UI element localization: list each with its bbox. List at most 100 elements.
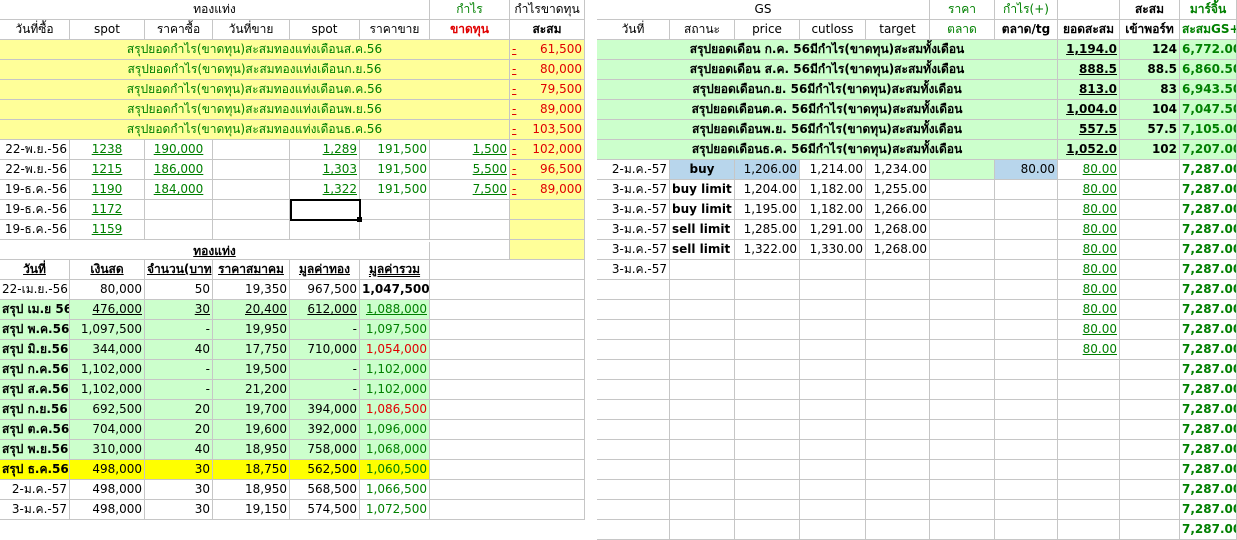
month-summary-cum[interactable]: 813.0 — [1058, 80, 1120, 100]
order-price[interactable]: 1,322.00 — [735, 240, 800, 260]
trade-sell-date[interactable] — [213, 200, 290, 220]
holding-gold-value[interactable]: 568,500 — [290, 480, 360, 500]
order-target[interactable]: 1,268.00 — [866, 220, 930, 240]
trade-sell-date[interactable] — [213, 140, 290, 160]
blank[interactable] — [930, 380, 995, 400]
trade-sell-date[interactable] — [213, 180, 290, 200]
header-cum[interactable]: สะสม — [1120, 0, 1180, 20]
trade-cum[interactable] — [510, 220, 585, 240]
fill-handle[interactable] — [357, 217, 362, 222]
running-total[interactable]: 7,287.00 — [1180, 420, 1237, 440]
blank[interactable] — [430, 500, 585, 520]
column-header[interactable]: ยอดสะสม — [1058, 20, 1120, 40]
month-summary-cum[interactable]: 1,194.0 — [1058, 40, 1120, 60]
blank[interactable] — [1058, 0, 1120, 20]
order-date[interactable]: 3-ม.ค.-57 — [597, 260, 670, 280]
holding-cash[interactable]: 310,000 — [70, 440, 145, 460]
holding-qty[interactable]: 20 — [145, 420, 213, 440]
blank[interactable] — [735, 440, 800, 460]
trade-profit[interactable]: 5,500 — [430, 160, 510, 180]
order-market[interactable] — [930, 160, 995, 180]
holding-gold-value[interactable]: 574,500 — [290, 500, 360, 520]
blank[interactable] — [800, 420, 866, 440]
trade-date[interactable]: 19-ธ.ค.-56 — [0, 220, 70, 240]
holding-qty[interactable]: - — [145, 320, 213, 340]
holding-date[interactable]: สรุป มิ.ย.56 — [0, 340, 70, 360]
month-summary-total[interactable]: 7,047.50 — [1180, 100, 1237, 120]
holding-cash[interactable]: 498,000 — [70, 500, 145, 520]
blank[interactable] — [1120, 280, 1180, 300]
month-summary-label[interactable]: สรุปยอดเดือนพ.ย. 56มีกำไร(ขาดทุน)สะสมทั้… — [597, 120, 1058, 140]
column-header[interactable]: ตลาด/tg — [995, 20, 1058, 40]
column-header[interactable]: spot — [70, 20, 145, 40]
column-header[interactable]: สะสม — [510, 20, 585, 40]
blank[interactable] — [866, 500, 930, 520]
order-status[interactable] — [670, 260, 735, 280]
holding-price[interactable]: 18,950 — [213, 440, 290, 460]
trade-date[interactable]: 22-พ.ย.-56 — [0, 160, 70, 180]
month-summary-label[interactable]: สรุปยอดกำไร(ขาดทุน)สะสมทองแท่งเดือนธ.ค.5… — [0, 120, 510, 140]
blank[interactable] — [670, 320, 735, 340]
holding-qty[interactable]: 40 — [145, 440, 213, 460]
order-port[interactable] — [1120, 240, 1180, 260]
order-cutloss[interactable]: 1,291.00 — [800, 220, 866, 240]
blank[interactable] — [1058, 520, 1120, 540]
blank[interactable] — [735, 320, 800, 340]
trade-profit[interactable]: 7,500 — [430, 180, 510, 200]
column-header[interactable]: สะสมGS+ — [1180, 20, 1237, 40]
order-market[interactable] — [930, 200, 995, 220]
order-status[interactable]: sell limit — [670, 240, 735, 260]
sub-header[interactable]: วันที่ — [0, 260, 70, 280]
holding-price[interactable]: 17,750 — [213, 340, 290, 360]
blank[interactable] — [670, 280, 735, 300]
holding-gold-value[interactable]: 612,000 — [290, 300, 360, 320]
trade-spot[interactable]: 1238 — [70, 140, 145, 160]
blank[interactable] — [866, 300, 930, 320]
blank[interactable] — [995, 460, 1058, 480]
order-port[interactable] — [1120, 220, 1180, 240]
month-summary-port[interactable]: 88.5 — [1120, 60, 1180, 80]
holding-date[interactable]: สรุป ธ.ค.56 — [0, 460, 70, 480]
trade-sell-price[interactable]: 191,500 — [360, 140, 430, 160]
month-summary-port[interactable]: 102 — [1120, 140, 1180, 160]
order-date[interactable]: 3-ม.ค.-57 — [597, 180, 670, 200]
blank[interactable] — [597, 280, 670, 300]
holding-cash[interactable]: 1,097,500 — [70, 320, 145, 340]
running-total[interactable]: 7,287.00 — [1180, 280, 1237, 300]
holding-total[interactable]: 1,088,000 — [360, 300, 430, 320]
month-summary-total[interactable]: 6,943.50 — [1180, 80, 1237, 100]
holding-cash[interactable]: 1,102,000 — [70, 360, 145, 380]
order-market[interactable] — [930, 220, 995, 240]
header-profit[interactable]: กำไร — [430, 0, 510, 20]
blank[interactable] — [866, 400, 930, 420]
blank[interactable] — [597, 520, 670, 540]
blank[interactable] — [800, 480, 866, 500]
order-cutloss[interactable]: 1,182.00 — [800, 180, 866, 200]
trade-spot[interactable]: 1215 — [70, 160, 145, 180]
blank[interactable] — [430, 320, 585, 340]
blank[interactable] — [1058, 500, 1120, 520]
running-total[interactable]: 7,287.00 — [1180, 320, 1237, 340]
trade-sell-date[interactable] — [213, 220, 290, 240]
holding-price[interactable]: 19,350 — [213, 280, 290, 300]
blank[interactable] — [430, 460, 585, 480]
holding-gold-value[interactable]: 967,500 — [290, 280, 360, 300]
blank[interactable] — [597, 460, 670, 480]
month-summary-value[interactable]: - 61,500 — [510, 40, 585, 60]
blank[interactable] — [670, 380, 735, 400]
trade-sell-spot[interactable] — [290, 220, 360, 240]
blank[interactable] — [930, 460, 995, 480]
order-market-tg[interactable] — [995, 200, 1058, 220]
holding-gold-value[interactable]: - — [290, 320, 360, 340]
holding-total[interactable]: 1,086,500 — [360, 400, 430, 420]
holding-date[interactable]: สรุป ส.ค.56 — [0, 380, 70, 400]
blank[interactable] — [866, 360, 930, 380]
month-summary-port[interactable]: 57.5 — [1120, 120, 1180, 140]
order-cum[interactable]: 80.00 — [1058, 160, 1120, 180]
holding-date[interactable]: สรุป ต.ค.56 — [0, 420, 70, 440]
blank[interactable] — [430, 440, 585, 460]
blank[interactable] — [670, 460, 735, 480]
blank[interactable] — [930, 340, 995, 360]
blank[interactable] — [597, 300, 670, 320]
header-gold-bar[interactable]: ทองแท่ง — [0, 0, 430, 20]
